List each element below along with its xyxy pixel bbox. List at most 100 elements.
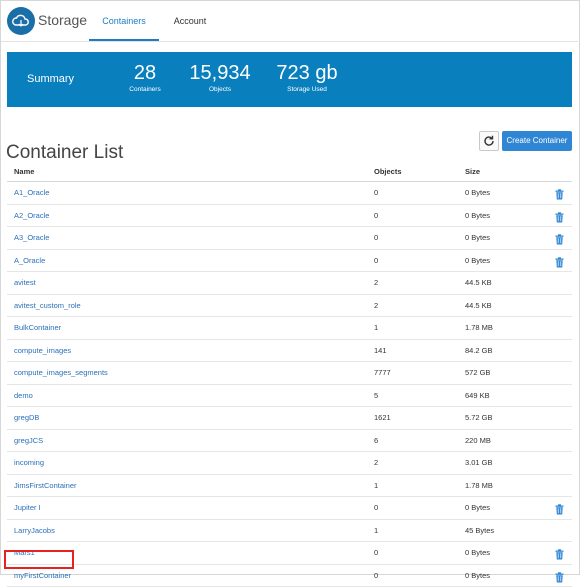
stat-containers: 28 Containers (125, 62, 165, 93)
container-size: 649 KB (465, 390, 490, 400)
container-name-link[interactable]: demo (14, 391, 33, 400)
container-object-count: 141 (374, 345, 387, 355)
container-object-count: 7777 (374, 368, 391, 377)
refresh-icon (484, 135, 494, 146)
table-row: avitest 2 44.5 KB (7, 272, 572, 295)
tab-account[interactable]: Account (163, 1, 217, 41)
container-size: 5.72 GB (465, 413, 493, 422)
container-size: 0 Bytes (465, 570, 491, 580)
container-name-link[interactable]: incoming (14, 458, 44, 467)
container-size: 45 Bytes (465, 525, 495, 535)
column-header-name: Name (14, 167, 35, 176)
table-row: A_Oracle 0 0 Bytes (7, 250, 572, 272)
summary-label: Summary (27, 73, 75, 85)
trash-icon[interactable] (555, 210, 564, 222)
storage-used-label: Storage Used (287, 86, 327, 93)
container-object-count: 0 (374, 188, 379, 197)
container-name-link[interactable]: avitest (14, 278, 36, 287)
container-name-link[interactable]: BulkContainer (14, 323, 61, 332)
table-body: A1_Oracle 0 0 Bytes A2_Oracle 0 0 Bytes A3_Ora… (7, 182, 572, 587)
table-row: compute_images_segments 7777 572 GB (7, 362, 572, 385)
container-size: 0 Bytes (465, 210, 491, 220)
trash-icon[interactable] (555, 232, 564, 245)
table-row: BulkContainer 1 1.78 MB (7, 317, 572, 340)
table-row: Mars1 0 0 Bytes (7, 542, 572, 565)
trash-icon[interactable] (555, 502, 564, 515)
tab-containers[interactable]: Containers (89, 1, 159, 41)
container-name-link[interactable]: A2_Oracle (14, 211, 49, 220)
container-size: 1.78 MB (465, 480, 493, 490)
container-name-link[interactable]: JimsFirstContainer (14, 481, 77, 490)
table-row: gregDB 1621 5.72 GB (7, 407, 572, 430)
table-row: A2_Oracle 0 0 Bytes (7, 205, 572, 227)
refresh-button[interactable] (479, 131, 499, 151)
container-size: 572 GB (465, 368, 491, 377)
container-object-count: 5 (374, 390, 379, 400)
container-size: 220 MB (465, 435, 491, 445)
container-size: 1.78 MB (465, 323, 493, 332)
objects-count: 15,934 (189, 62, 251, 84)
container-table: Name Objects Size A1_Oracle 0 0 Bytes A2_Or… (7, 162, 572, 587)
container-name-link[interactable]: gregJCS (14, 436, 43, 445)
trash-icon[interactable] (555, 547, 564, 560)
container-name-link[interactable]: avitest_custom_role (14, 301, 81, 310)
trash-icon[interactable] (555, 187, 564, 200)
container-object-count: 1621 (374, 413, 391, 422)
container-object-count: 2 (374, 278, 379, 287)
container-name-link[interactable]: compute_images (14, 346, 71, 355)
container-object-count: 0 (374, 233, 379, 242)
app-title: Storage (38, 12, 88, 28)
column-header-size: Size (465, 167, 481, 176)
container-size: 0 Bytes (465, 548, 491, 557)
table-row: Jupiter I 0 0 Bytes (7, 497, 572, 520)
container-size: 3.01 GB (465, 458, 493, 467)
table-row: A1_Oracle 0 0 Bytes (7, 182, 572, 205)
container-size: 44.5 KB (465, 300, 492, 310)
container-name-link[interactable]: compute_images_segments (14, 368, 108, 377)
cloud-storage-icon (7, 7, 35, 35)
stat-storage: 723 gb Storage Used (272, 62, 342, 93)
table-row: gregJCS 6 220 MB (7, 430, 572, 452)
table-row: compute_images 141 84.2 GB (7, 340, 572, 362)
containers-count: 28 (133, 62, 157, 84)
container-object-count: 6 (374, 435, 379, 445)
top-bar: Storage Containers Account (1, 1, 578, 42)
table-row: A3_Oracle 0 0 Bytes (7, 227, 572, 250)
container-size: 44.5 KB (465, 278, 492, 287)
container-name-link[interactable]: A_Oracle (14, 256, 45, 265)
container-object-count: 0 (374, 210, 379, 220)
container-object-count: 2 (374, 458, 379, 467)
container-object-count: 1 (374, 480, 379, 490)
table-row: demo 5 649 KB (7, 385, 572, 407)
container-name-link[interactable]: myFirstContainer (14, 571, 71, 580)
container-object-count: 0 (374, 570, 379, 580)
trash-icon[interactable] (555, 570, 564, 582)
create-container-button[interactable]: Create Container (502, 131, 572, 151)
containers-label: Containers (129, 86, 161, 93)
container-name-link[interactable]: gregDB (14, 413, 39, 422)
container-size: 0 Bytes (465, 233, 491, 242)
container-object-count: 1 (374, 323, 379, 332)
container-name-link[interactable]: Jupiter I (14, 503, 41, 512)
container-size: 84.2 GB (465, 345, 493, 355)
container-name-link[interactable]: LarryJacobs (14, 526, 55, 535)
container-name-link[interactable]: A3_Oracle (14, 233, 49, 242)
page-title: Container List (6, 141, 124, 163)
table-row: myFirstContainer 0 0 Bytes (7, 565, 572, 587)
column-header-objects: Objects (374, 167, 402, 176)
container-size: 0 Bytes (465, 188, 491, 197)
container-name-link[interactable]: A1_Oracle (14, 188, 49, 197)
table-header: Name Objects Size (7, 162, 572, 182)
summary-panel: Summary 28 Containers 15,934 Objects 723… (7, 52, 572, 107)
stat-objects: 15,934 Objects (187, 62, 253, 93)
trash-icon[interactable] (555, 255, 564, 267)
container-size: 0 Bytes (465, 255, 491, 265)
container-object-count: 2 (374, 300, 379, 310)
table-row: LarryJacobs 1 45 Bytes (7, 520, 572, 542)
table-row: JimsFirstContainer 1 1.78 MB (7, 475, 572, 497)
container-object-count: 1 (374, 525, 379, 535)
container-size: 0 Bytes (465, 503, 491, 512)
table-row: incoming 2 3.01 GB (7, 452, 572, 475)
container-object-count: 0 (374, 548, 379, 557)
storage-used-value: 723 gb (276, 62, 338, 84)
